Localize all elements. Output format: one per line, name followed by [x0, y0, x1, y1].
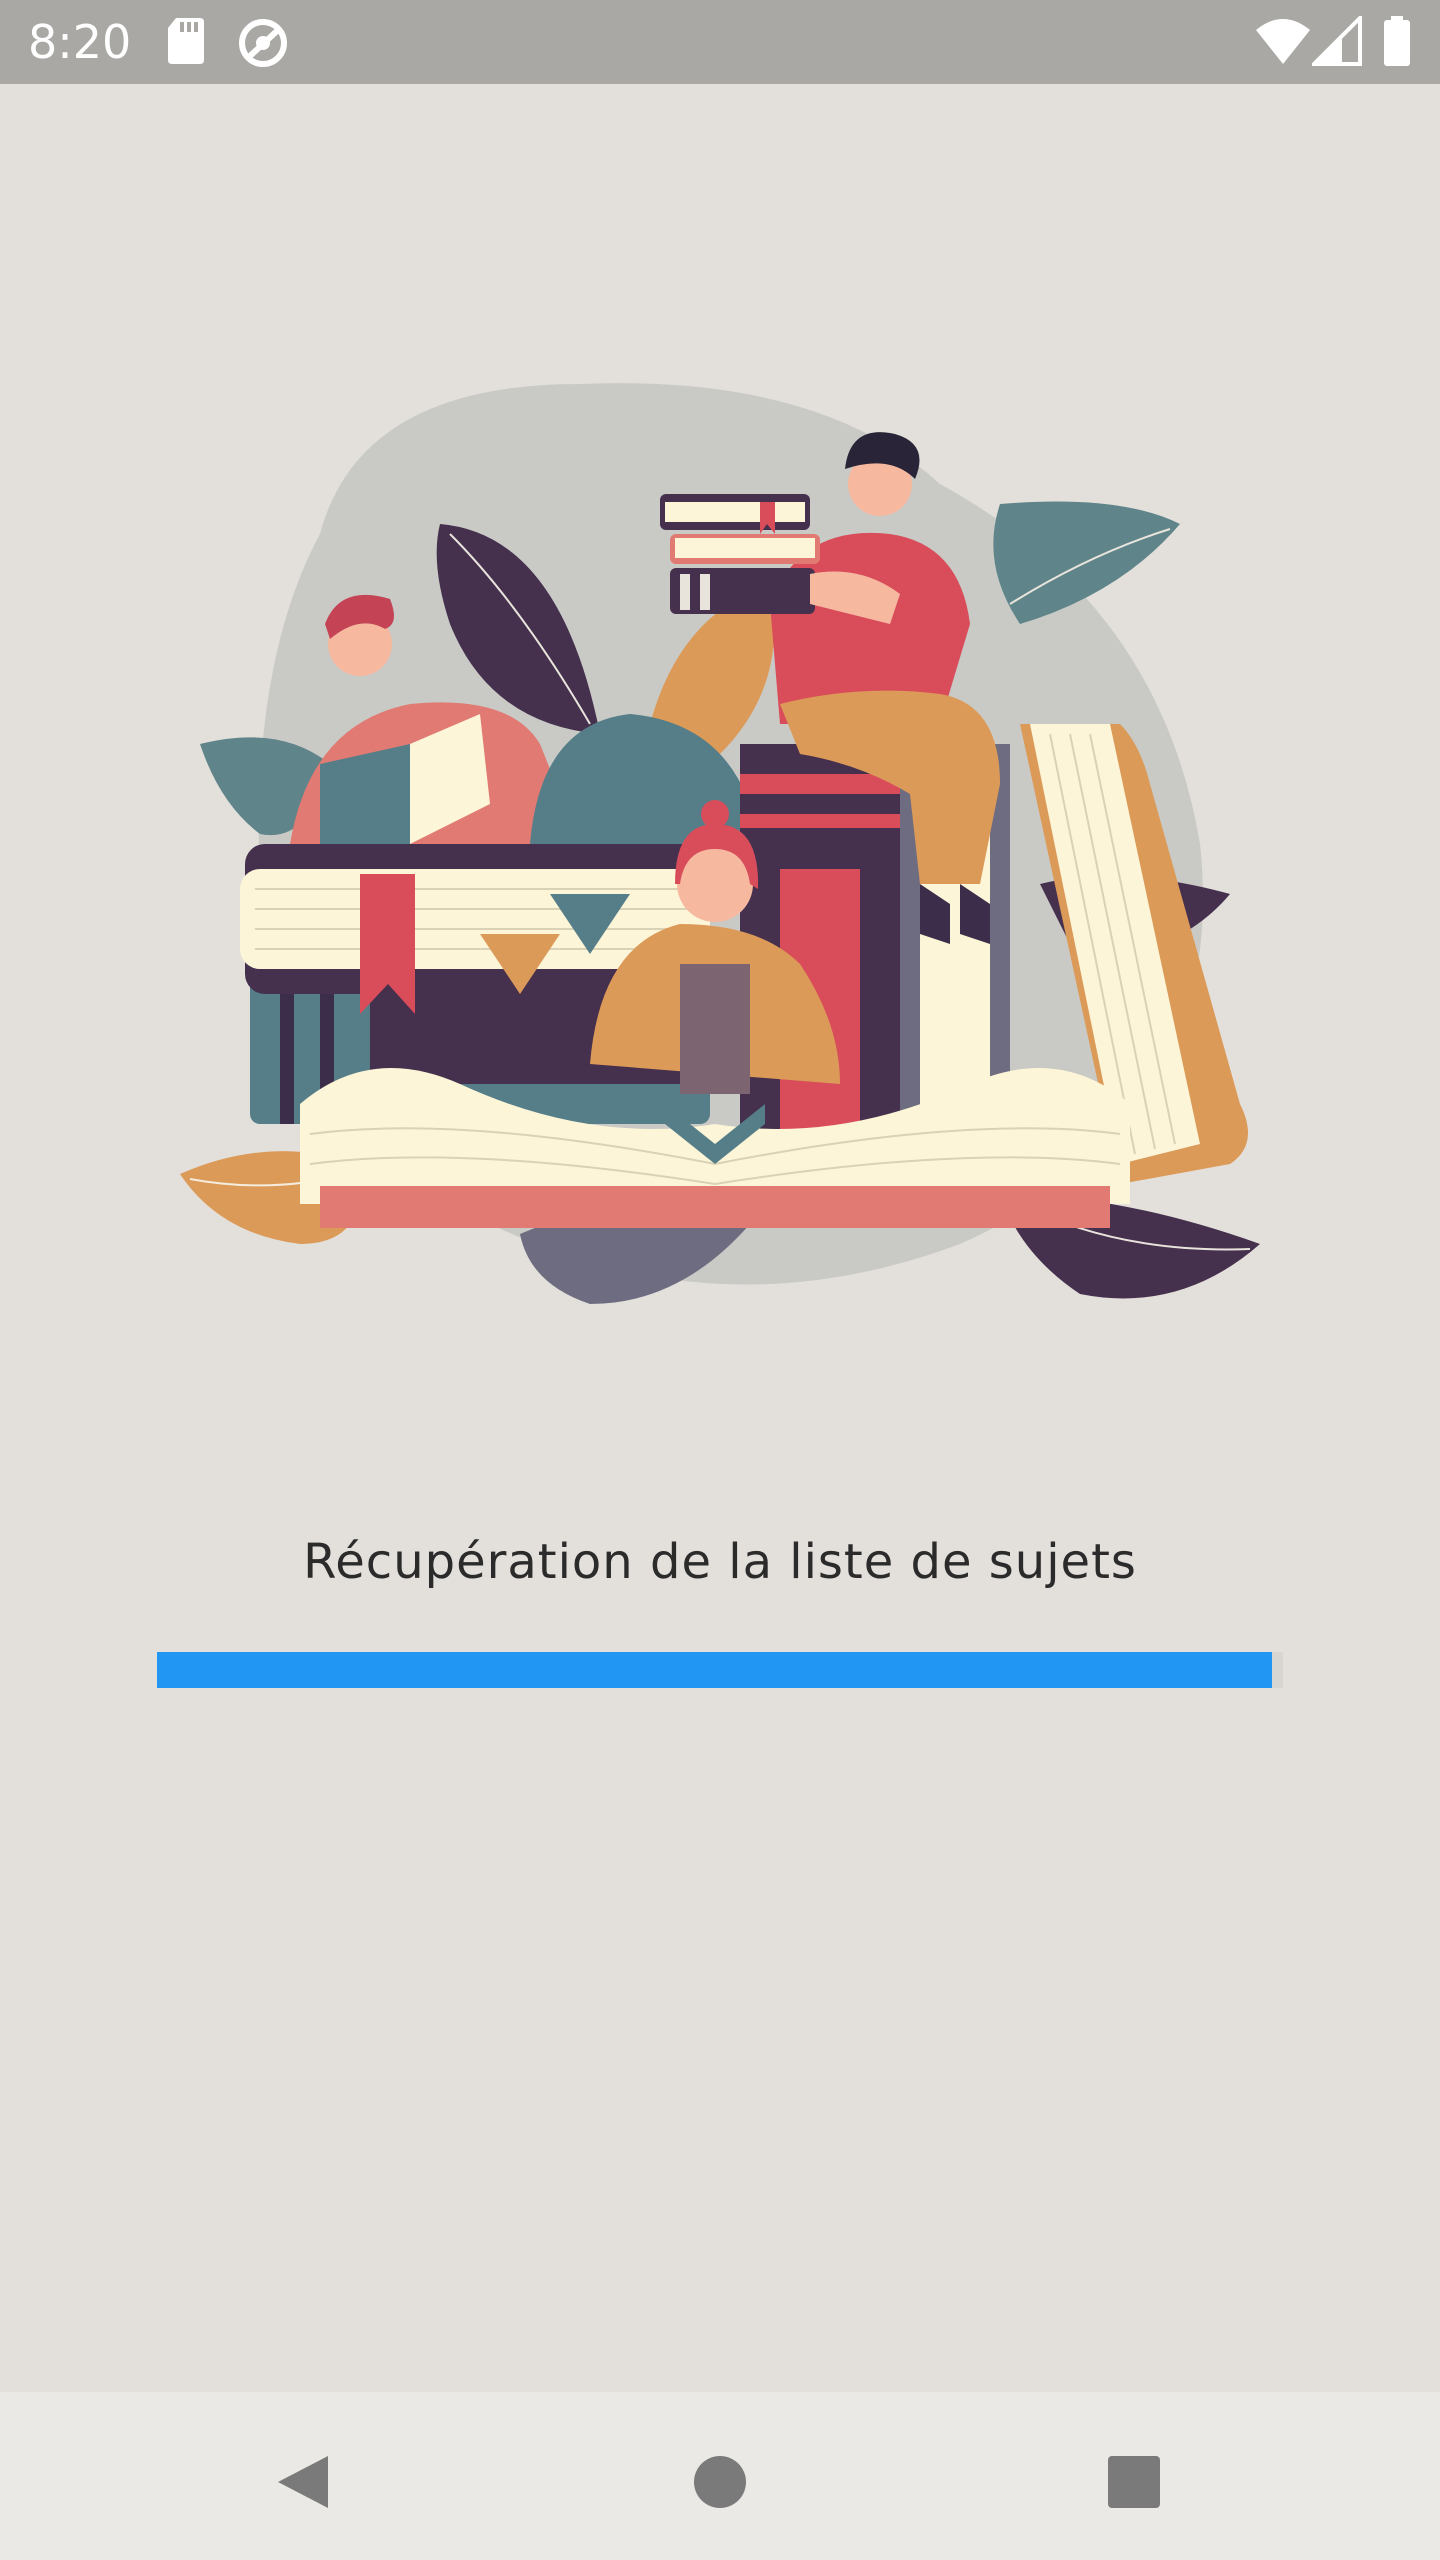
progress-bar	[157, 1652, 1283, 1688]
back-icon	[278, 2456, 328, 2508]
reading-people-illustration	[180, 383, 1260, 1304]
data-saver-icon	[236, 16, 290, 74]
loading-message: Récupération de la liste de sujets	[303, 1534, 1137, 1590]
status-bar: 8:20	[0, 0, 1440, 84]
loading-screen: Récupération de la liste de sujets	[0, 84, 1440, 2392]
progress-bar-fill	[157, 1652, 1272, 1688]
home-icon	[694, 2456, 746, 2508]
battery-icon	[1382, 16, 1412, 72]
recents-button[interactable]	[1084, 2432, 1184, 2532]
recents-icon	[1108, 2456, 1160, 2508]
status-time: 8:20	[28, 15, 132, 69]
signal-icon	[1309, 13, 1362, 70]
navigation-bar	[0, 2392, 1440, 2560]
home-button[interactable]	[670, 2432, 770, 2532]
sd-card-icon	[166, 16, 206, 70]
wifi-icon	[1254, 16, 1312, 70]
back-button[interactable]	[250, 2432, 350, 2532]
